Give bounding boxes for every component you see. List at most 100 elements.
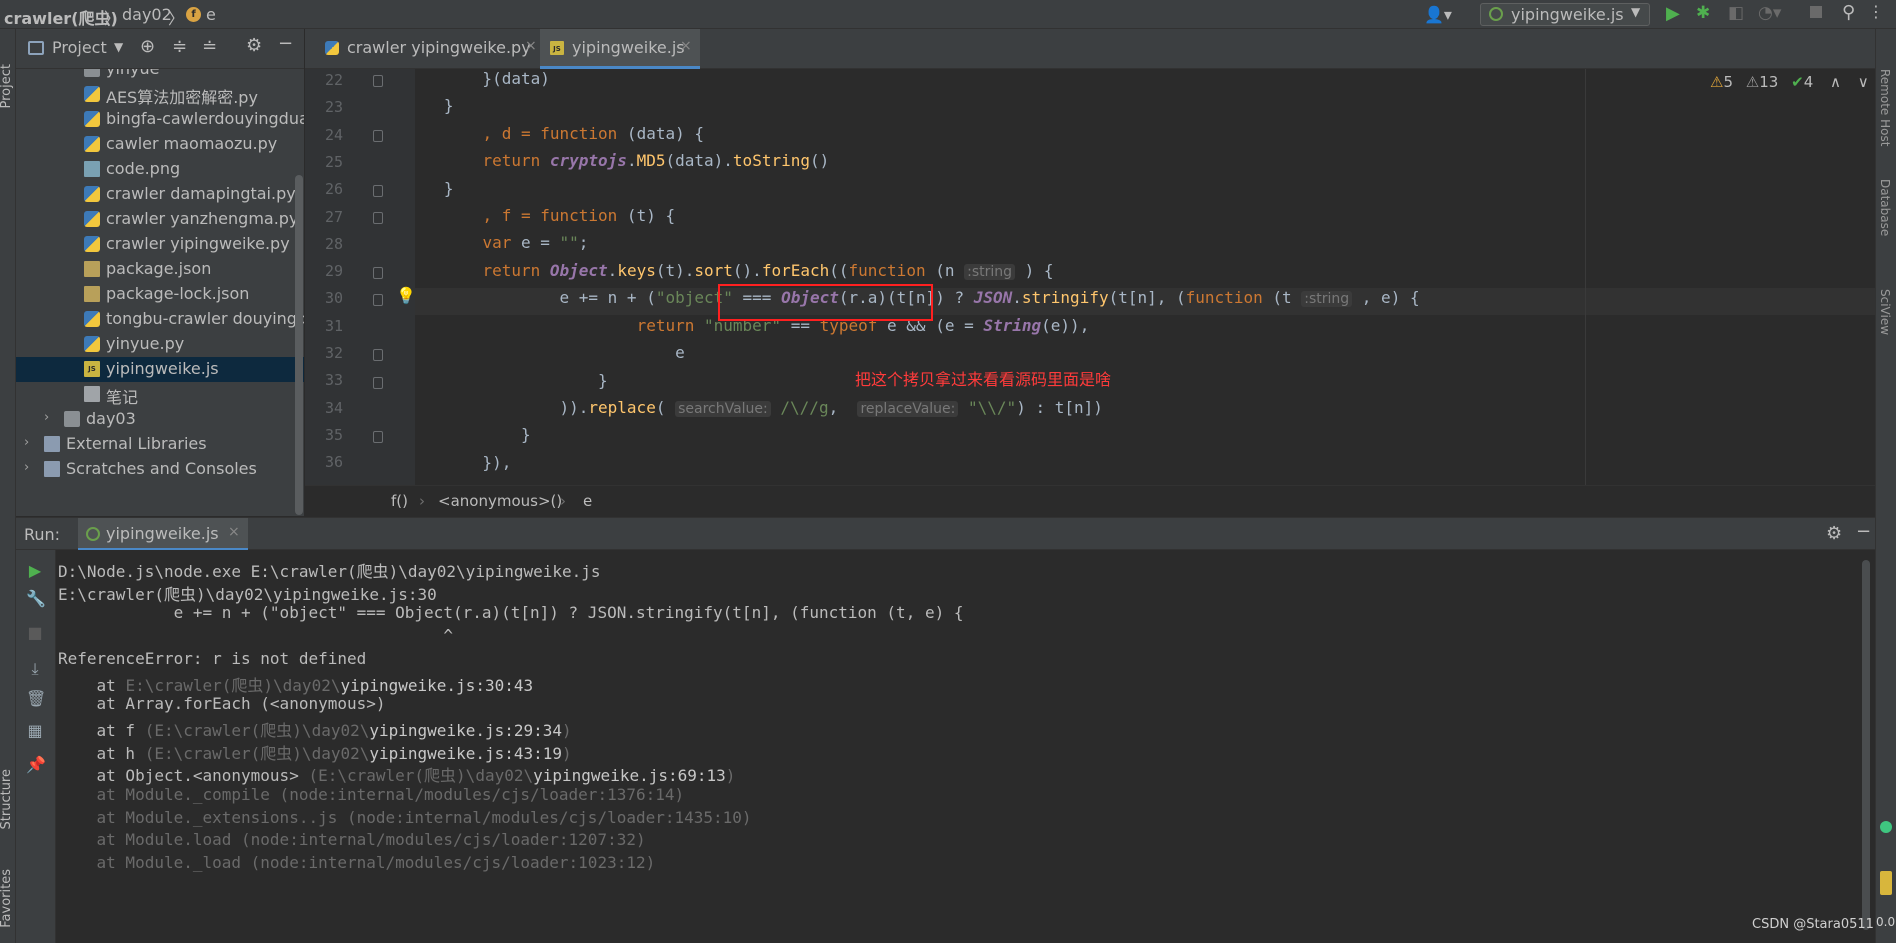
console-scrollbar[interactable] xyxy=(1862,560,1870,930)
chevron-right-icon[interactable]: › xyxy=(24,460,29,475)
sciview-tool-tab[interactable]: SciView xyxy=(1878,289,1892,335)
fold-marker-icon[interactable] xyxy=(373,267,383,279)
tree-item[interactable]: bingfa-cawlerdouyingduan xyxy=(16,107,304,132)
remote-host-tool-tab[interactable]: Remote Host xyxy=(1878,69,1892,146)
watermark-text: CSDN @Stara0511 xyxy=(1752,917,1874,932)
tab-run-yipingweike[interactable]: yipingweike.js × xyxy=(78,518,248,551)
fold-marker-icon[interactable] xyxy=(373,294,383,306)
tree-item[interactable]: crawler yanzhengma.py xyxy=(16,207,304,232)
favorites-tool-tab[interactable]: Favorites xyxy=(0,869,14,928)
project-scrollbar[interactable] xyxy=(295,175,303,515)
minimize-icon[interactable]: − xyxy=(278,33,293,54)
fold-marker-icon[interactable] xyxy=(373,130,383,142)
project-panel-title[interactable]: Project xyxy=(52,38,107,57)
fold-marker-icon[interactable] xyxy=(373,377,383,389)
close-icon[interactable]: × xyxy=(525,38,537,54)
rerun-icon[interactable]: ▶ xyxy=(26,562,44,580)
tree-item-label: Scratches and Consoles xyxy=(66,459,257,478)
json-file-icon xyxy=(84,286,100,302)
fold-marker-icon[interactable] xyxy=(373,349,383,361)
line-number: 22 xyxy=(324,71,343,89)
fold-marker-icon[interactable] xyxy=(373,431,383,443)
scroll-to-end-icon[interactable]: ⤓ xyxy=(26,660,44,678)
left-tool-strip: Project Structure Favorites xyxy=(0,29,16,943)
gear-icon[interactable]: ⚙ xyxy=(1826,523,1842,544)
source-link[interactable]: yipingweike.js:43:19 xyxy=(369,744,562,763)
tree-item[interactable]: JS yipingweike.js xyxy=(16,357,304,382)
source-link[interactable]: yipingweike.js:69:13 xyxy=(533,766,726,785)
fold-marker-icon[interactable] xyxy=(373,185,383,197)
run-config-select[interactable]: yipingweike.js ▼ xyxy=(1480,3,1650,26)
breadcrumb-folder[interactable]: day02 xyxy=(122,5,172,24)
tree-item[interactable]: tongbu-crawler douyingdu xyxy=(16,307,304,332)
breadcrumb-item[interactable]: f() xyxy=(391,492,408,510)
minimize-icon[interactable]: − xyxy=(1856,521,1871,542)
tree-item[interactable]: 笔记 xyxy=(16,382,304,407)
chevron-down-icon[interactable]: ∨ xyxy=(1858,73,1869,91)
breadcrumb-project[interactable]: crawler(爬虫) xyxy=(4,5,118,29)
code-line-current: e += n + ("object" === Object(r.a)(t[n])… xyxy=(415,288,1875,315)
chevron-up-icon[interactable]: ∧ xyxy=(1830,73,1841,91)
wrench-icon[interactable]: 🔧 xyxy=(26,590,46,608)
frame-path: (E:\crawler(爬虫)\day02\ xyxy=(308,766,534,786)
chevron-right-icon[interactable]: › xyxy=(24,435,29,450)
close-icon[interactable]: × xyxy=(680,38,692,54)
gear-icon[interactable]: ⚙ xyxy=(246,35,262,56)
tree-item[interactable]: crawler damapingtai.py xyxy=(16,182,304,207)
code-editor[interactable]: }(data) } , d = function (data) { return… xyxy=(415,69,1875,485)
tree-item-label: package.json xyxy=(106,259,212,278)
right-margin-guide xyxy=(1585,69,1586,485)
user-icon[interactable]: 👤▾ xyxy=(1424,5,1452,24)
tree-item[interactable]: code.png xyxy=(16,157,304,182)
more-icon[interactable]: ⋮ xyxy=(1868,2,1884,21)
profile-icon[interactable]: ◔▾ xyxy=(1758,3,1781,23)
console-line: at Module.load (node:internal/modules/cj… xyxy=(58,830,646,850)
console-line: at Module._load (node:internal/modules/c… xyxy=(58,853,656,873)
expand-all-icon[interactable]: ≑ xyxy=(172,36,187,57)
tab-yipingweike-js[interactable]: JS yipingweike.js × xyxy=(540,29,700,69)
tree-item[interactable]: yinyue.py xyxy=(16,332,304,357)
close-icon[interactable]: × xyxy=(228,524,240,540)
tree-item[interactable]: › External Libraries xyxy=(16,432,304,457)
trash-icon[interactable]: 🗑 xyxy=(26,690,46,708)
stop-icon[interactable]: ■ xyxy=(26,624,44,642)
search-icon[interactable]: ⚲ xyxy=(1842,2,1855,23)
stop-icon[interactable] xyxy=(1810,6,1822,18)
source-link[interactable]: yipingweike.js:29:34 xyxy=(369,721,562,740)
tree-item[interactable]: › day03 xyxy=(16,407,304,432)
coverage-icon[interactable]: ◧ xyxy=(1728,3,1744,23)
layout-icon[interactable]: ▦ xyxy=(26,722,44,740)
tree-item[interactable]: crawler yipingweike.py xyxy=(16,232,304,257)
tree-item[interactable]: AES算法加密解密.py xyxy=(16,82,304,107)
tree-item[interactable]: cawler maomaozu.py xyxy=(16,132,304,157)
tree-item-label: crawler yanzhengma.py xyxy=(106,209,299,228)
source-link[interactable]: yipingweike.js:30:43 xyxy=(340,676,533,695)
lightbulb-icon[interactable]: 💡 xyxy=(396,286,416,305)
breadcrumb-separator: 〉 xyxy=(168,9,185,28)
breadcrumb-item[interactable]: <anonymous>() xyxy=(438,492,562,510)
inspection-widget[interactable]: ⚠5 ⚠13 ✔4 ∧ ∨ xyxy=(1710,73,1869,91)
run-icon[interactable]: ▶ xyxy=(1666,3,1680,24)
fold-marker-icon[interactable] xyxy=(373,75,383,87)
chevron-right-icon[interactable]: › xyxy=(44,410,49,425)
pin-icon[interactable]: 📌 xyxy=(26,756,46,774)
breadcrumb-item[interactable]: e xyxy=(583,492,592,510)
tree-item[interactable]: package-lock.json xyxy=(16,282,304,307)
tree-item[interactable]: yinyue xyxy=(16,69,304,82)
collapse-all-icon[interactable]: ≐ xyxy=(202,36,217,57)
database-tool-tab[interactable]: Database xyxy=(1878,179,1892,236)
folder-icon xyxy=(84,69,100,77)
project-tree: yinyue AES算法加密解密.py bingfa-cawlerdouyingdu… xyxy=(16,69,304,516)
console-output[interactable]: D:\Node.js\node.exe E:\crawler(爬虫)\day02… xyxy=(56,550,1875,943)
project-tool-tab[interactable]: Project xyxy=(0,64,14,108)
debug-icon[interactable]: ✱ xyxy=(1696,3,1710,23)
fold-marker-icon[interactable] xyxy=(373,212,383,224)
structure-tool-tab[interactable]: Structure xyxy=(0,769,14,829)
breadcrumb-symbol[interactable]: e xyxy=(206,5,216,24)
chevron-down-icon[interactable]: ▼ xyxy=(114,40,123,54)
annotation-text: 把这个拷贝拿过来看看源码里面是啥 xyxy=(855,370,1112,389)
tab-crawler-yipingweike-py[interactable]: crawler yipingweike.py × xyxy=(315,29,540,69)
tree-item[interactable]: package.json xyxy=(16,257,304,282)
locate-icon[interactable]: ⊕ xyxy=(140,36,155,57)
tree-item[interactable]: › Scratches and Consoles xyxy=(16,457,304,482)
